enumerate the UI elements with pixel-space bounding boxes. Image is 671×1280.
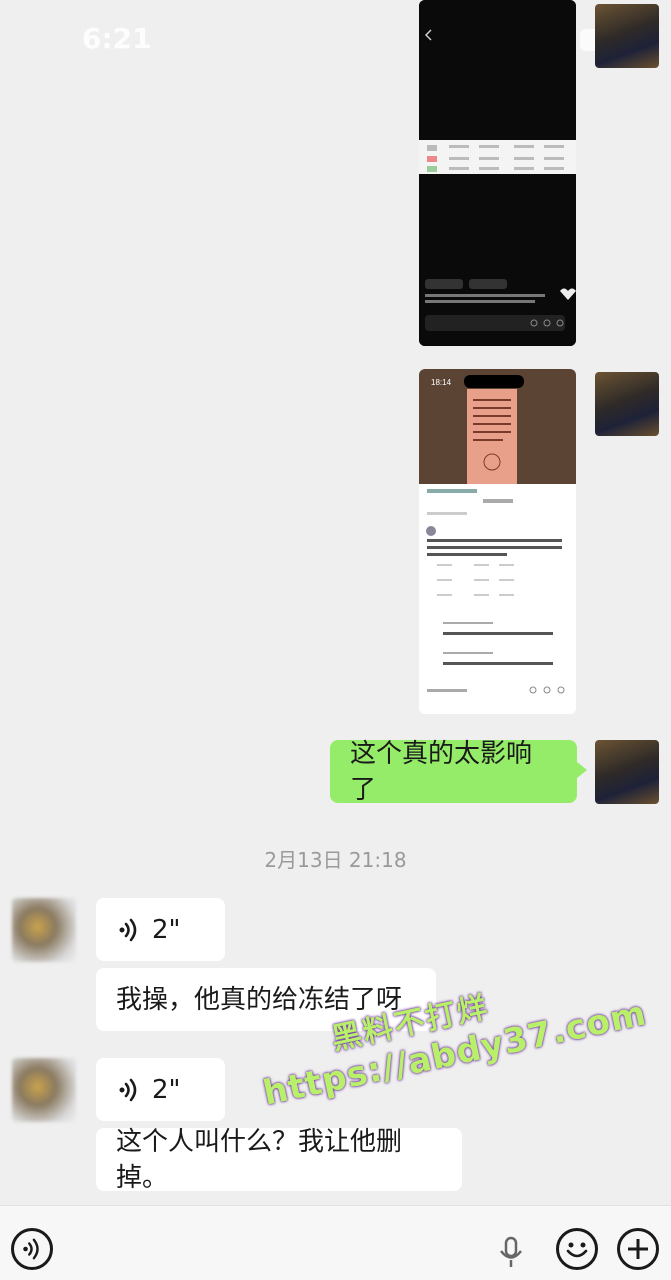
image-message-comment-screenshot[interactable]: 18:14 (419, 369, 576, 714)
image-message-video-screenshot[interactable] (419, 0, 576, 346)
incoming-message-text: 这个人叫什么？我让他删掉。 (116, 1126, 403, 1193)
voice-duration: 2" (152, 1074, 181, 1105)
microphone-icon[interactable] (498, 1236, 524, 1270)
chat-input-bar (0, 1205, 671, 1280)
voice-message-bubble[interactable]: 2" (96, 898, 225, 961)
emoji-icon (566, 1242, 588, 1258)
plus-icon (628, 1239, 648, 1259)
outgoing-message-text: 这个真的太影响了 (350, 738, 533, 805)
incoming-message-bubble[interactable]: 这个人叫什么？我让他删掉。 (96, 1127, 462, 1193)
avatar-self[interactable] (595, 372, 659, 436)
avatar-contact[interactable] (12, 898, 76, 962)
screenshot-clock: 18:14 (431, 378, 452, 387)
status-time: 6:21 (82, 22, 152, 55)
comment-screenshot-content: 18:14 (419, 369, 576, 714)
avatar-self[interactable] (595, 740, 659, 804)
video-screenshot-content (419, 0, 576, 346)
voice-duration: 2" (152, 914, 181, 945)
incoming-message-bubble[interactable]: 我操，他真的给冻结了呀 (96, 968, 436, 1031)
more-button[interactable] (617, 1228, 659, 1270)
outgoing-message-bubble[interactable]: 这个真的太影响了 (330, 739, 587, 805)
incoming-message-text: 我操，他真的给冻结了呀 (116, 984, 403, 1015)
avatar-self[interactable] (595, 4, 659, 68)
chat-timestamp: 2月13日 21:18 (264, 848, 407, 872)
emoji-button[interactable] (556, 1228, 598, 1270)
voice-message-bubble[interactable]: 2" (96, 1058, 225, 1121)
voice-wave-icon (119, 918, 137, 941)
voice-mode-button[interactable] (11, 1228, 53, 1270)
avatar-contact[interactable] (12, 1058, 76, 1122)
voice-wave-icon (119, 1078, 137, 1101)
voice-mode-icon (23, 1238, 39, 1260)
